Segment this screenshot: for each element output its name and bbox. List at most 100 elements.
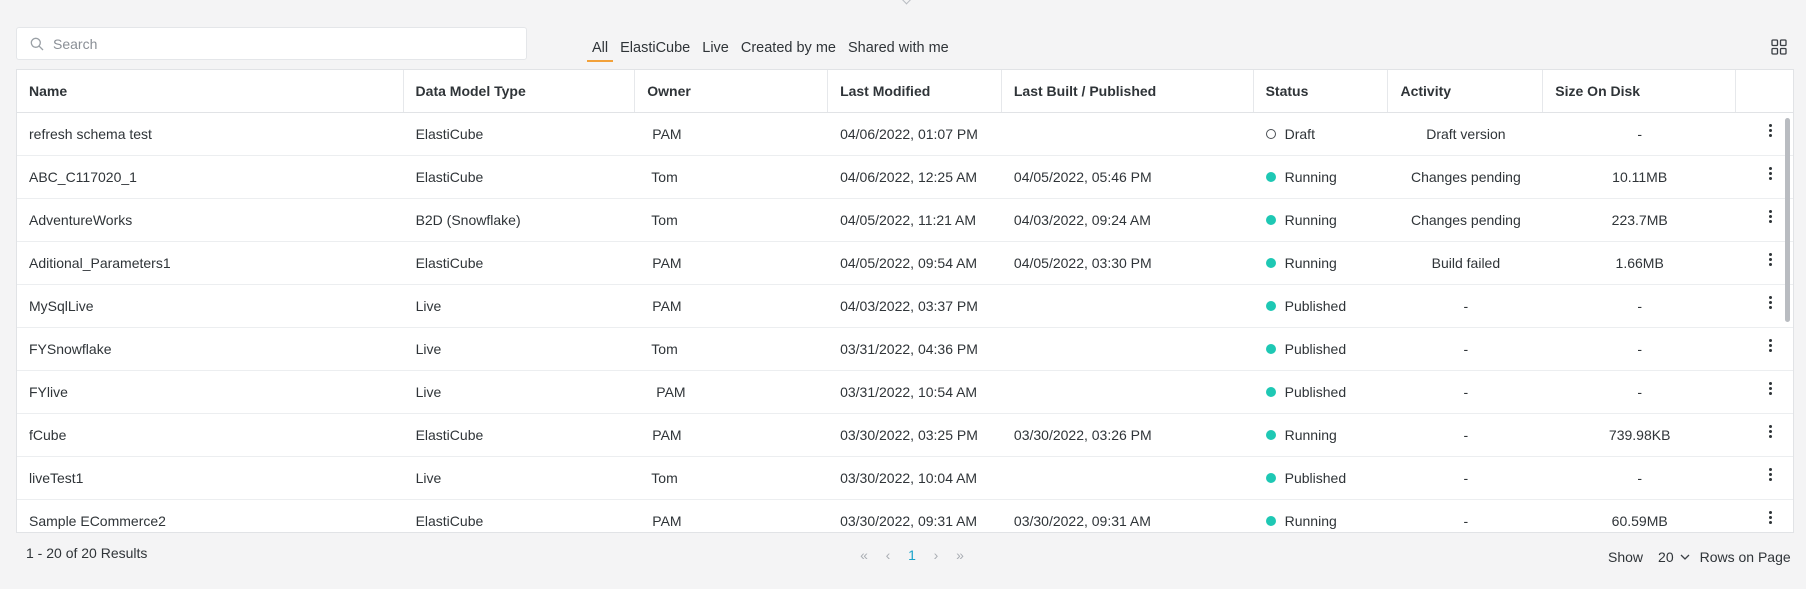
kebab-menu-icon	[1768, 466, 1773, 483]
activity-cell: -	[1463, 341, 1469, 357]
row-menu-button[interactable]	[1736, 371, 1793, 413]
filter-elasticube[interactable]: ElastiCube	[614, 38, 696, 58]
status-cell: Running	[1254, 242, 1389, 284]
first-page-icon[interactable]: «	[852, 547, 876, 563]
status-cell: Published	[1254, 285, 1389, 327]
size-cell: 60.59MB	[1611, 513, 1668, 529]
last-modified-cell: 04/03/2022, 03:37 PM	[840, 298, 978, 314]
table-row[interactable]: Aditional_Parameters1 ElastiCube PAM 04/05/…	[17, 242, 1793, 285]
owner-cell: PAM	[652, 427, 682, 443]
owner-cell: PAM	[656, 384, 686, 400]
last-built-cell	[1002, 285, 1254, 327]
activity-cell: Changes pending	[1411, 169, 1521, 185]
search-input[interactable]	[51, 34, 495, 53]
last-built-cell: 03/30/2022, 09:31 AM	[1013, 513, 1151, 529]
row-menu-button[interactable]	[1736, 414, 1793, 456]
name-cell[interactable]: ABC_C117020_1	[17, 156, 404, 198]
status-cell: Running	[1254, 156, 1389, 198]
column-header-last-built[interactable]: Last Built / Published	[1002, 70, 1254, 112]
status-dot-icon	[1265, 301, 1276, 311]
column-header-actions	[1736, 70, 1793, 112]
status-dot-icon	[1265, 258, 1276, 268]
column-header-status[interactable]: Status	[1254, 70, 1389, 112]
last-built-cell	[1002, 371, 1254, 413]
status-label: Running	[1284, 427, 1337, 443]
status-cell: Running	[1254, 414, 1389, 456]
name-cell[interactable]: FYlive	[17, 371, 404, 413]
filter-tabs: All ElastiCube Live Created by me Shared…	[586, 38, 955, 62]
size-cell: 739.98KB	[1608, 427, 1671, 443]
column-header-last-modified[interactable]: Last Modified	[828, 70, 1002, 112]
type-cell: ElastiCube	[415, 427, 484, 443]
table-row[interactable]: FYSnowflake Live Tom 03/31/2022, 04:36 PM Pu…	[17, 328, 1793, 371]
collapse-caret-icon[interactable]	[901, 0, 912, 5]
type-cell: Live	[415, 298, 442, 314]
table-row[interactable]: fCube ElastiCube PAM 03/30/2022, 03:25 PM 03…	[17, 414, 1793, 457]
type-cell: ElastiCube	[415, 169, 484, 185]
last-built-cell: 03/30/2022, 03:26 PM	[1013, 427, 1152, 443]
rows-per-page-select[interactable]: 20	[1658, 549, 1690, 565]
owner-cell: PAM	[652, 126, 682, 142]
name-cell[interactable]: FYSnowflake	[17, 328, 404, 370]
name-cell[interactable]: fCube	[17, 414, 404, 456]
last-modified-cell: 04/05/2022, 11:21 AM	[840, 212, 977, 228]
activity-cell: -	[1463, 384, 1469, 400]
table-row[interactable]: Sample ECommerce2 ElastiCube PAM 03/30/2022…	[17, 500, 1793, 532]
status-cell: Running	[1254, 199, 1389, 241]
kebab-menu-icon	[1768, 380, 1773, 397]
column-header-activity[interactable]: Activity	[1388, 70, 1544, 112]
table-scrollbar[interactable]	[1785, 118, 1790, 322]
column-header-owner[interactable]: Owner	[635, 70, 829, 112]
last-modified-cell: 03/30/2022, 03:25 PM	[840, 427, 978, 443]
type-cell: Live	[415, 341, 442, 357]
name-cell[interactable]: Sample ECommerce2	[17, 500, 404, 532]
status-cell: Draft	[1254, 113, 1389, 155]
kebab-menu-icon	[1768, 509, 1773, 526]
status-label: Running	[1284, 513, 1337, 529]
status-label: Draft	[1284, 126, 1315, 142]
table-row[interactable]: MySqlLive Live PAM 04/03/2022, 03:37 PM Publ…	[17, 285, 1793, 328]
filter-live[interactable]: Live	[696, 38, 735, 58]
name-cell[interactable]: refresh schema test	[17, 113, 404, 155]
search-box[interactable]	[16, 27, 527, 60]
table-row[interactable]: AdventureWorks B2D (Snowflake) Tom 04/05/20…	[17, 199, 1793, 242]
filter-all[interactable]: All	[586, 38, 614, 62]
kebab-menu-icon	[1768, 337, 1773, 354]
data-models-table: Name Data Model Type Owner Last Modified…	[16, 69, 1794, 533]
page-number[interactable]: 1	[900, 547, 924, 563]
filter-created-by-me[interactable]: Created by me	[735, 38, 842, 58]
last-page-icon[interactable]: »	[948, 547, 972, 563]
name-cell[interactable]: liveTest1	[17, 457, 404, 499]
kebab-menu-icon	[1768, 165, 1773, 182]
status-label: Published	[1284, 341, 1347, 357]
status-label: Running	[1284, 255, 1337, 271]
table-row[interactable]: ABC_C117020_1 ElastiCube Tom 04/06/2022, 12…	[17, 156, 1793, 199]
name-cell[interactable]: MySqlLive	[17, 285, 404, 327]
last-modified-cell: 03/31/2022, 04:36 PM	[840, 341, 978, 357]
grid-view-icon[interactable]	[1771, 39, 1787, 55]
last-built-cell	[1002, 457, 1254, 499]
status-dot-icon	[1265, 430, 1276, 440]
column-header-name[interactable]: Name	[17, 70, 404, 112]
size-cell: -	[1637, 470, 1643, 486]
type-cell: Live	[415, 384, 442, 400]
name-cell[interactable]: Aditional_Parameters1	[17, 242, 404, 284]
row-menu-button[interactable]	[1736, 500, 1793, 532]
table-row[interactable]: FYlive Live PAM 03/31/2022, 10:54 AM Publish…	[17, 371, 1793, 414]
table-row[interactable]: liveTest1 Live Tom 03/30/2022, 10:04 AM Publ…	[17, 457, 1793, 500]
next-page-icon[interactable]: ›	[924, 547, 948, 563]
name-cell[interactable]: AdventureWorks	[17, 199, 404, 241]
show-label: Show	[1608, 549, 1644, 565]
row-menu-button[interactable]	[1736, 328, 1793, 370]
prev-page-icon[interactable]: ‹	[876, 547, 900, 563]
table-row[interactable]: refresh schema test ElastiCube PAM 04/06/20…	[17, 113, 1793, 156]
status-dot-icon	[1265, 516, 1276, 526]
owner-cell: PAM	[652, 255, 682, 271]
filter-shared-with-me[interactable]: Shared with me	[842, 38, 955, 58]
row-menu-button[interactable]	[1736, 457, 1793, 499]
column-header-type[interactable]: Data Model Type	[404, 70, 636, 112]
search-icon	[30, 37, 44, 50]
status-dot-icon	[1265, 172, 1276, 182]
activity-cell: Draft version	[1426, 126, 1506, 142]
column-header-size[interactable]: Size On Disk	[1543, 70, 1737, 112]
